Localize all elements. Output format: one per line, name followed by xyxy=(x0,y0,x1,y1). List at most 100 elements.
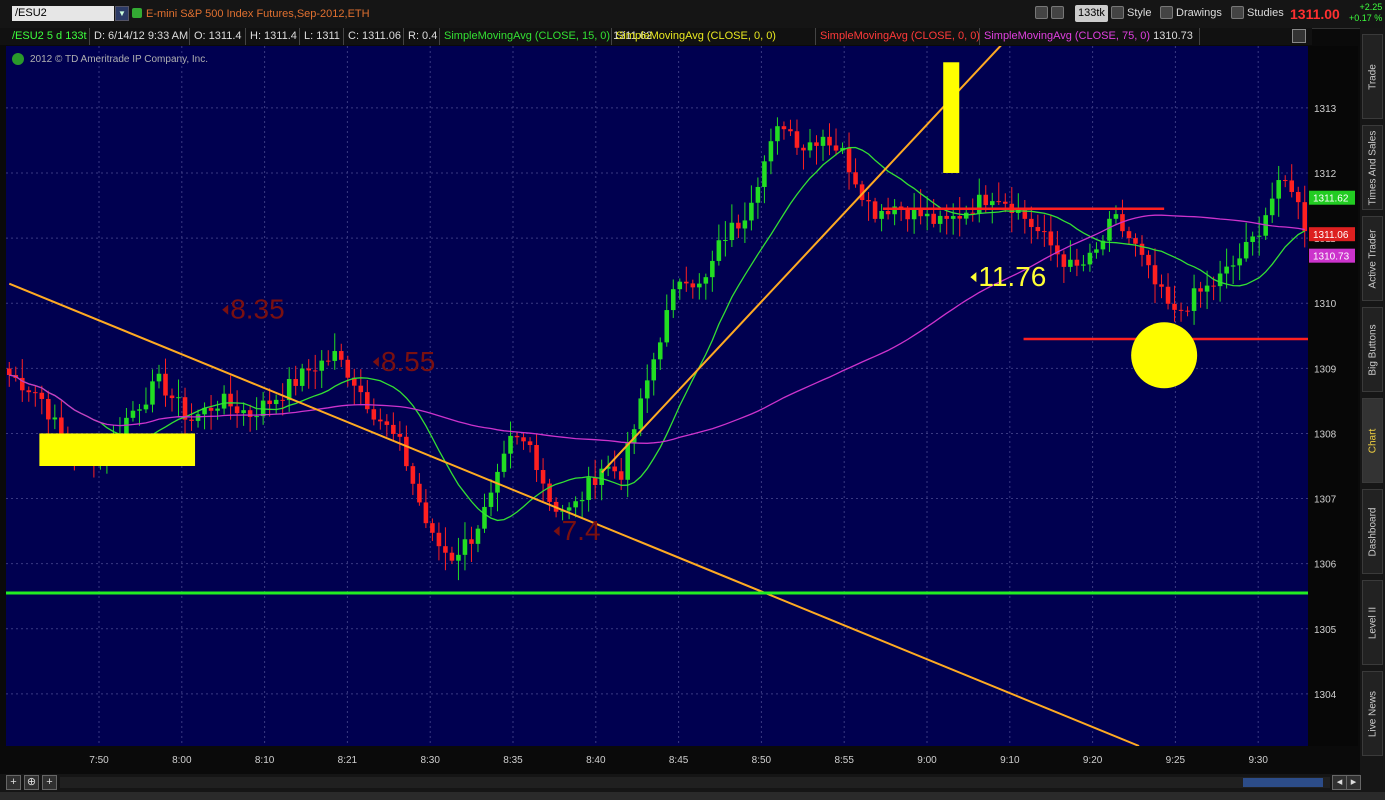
price-label-text: 1310.73 xyxy=(1313,252,1350,263)
candle-body xyxy=(1302,202,1308,232)
time-axis[interactable]: 7:50 8:00 8:10 8:21 8:30 8:35 8:40 8:45 8:50 8:55… xyxy=(0,746,1308,774)
candle-body xyxy=(469,539,474,544)
study-sma0-red[interactable]: SimpleMovingAvg (CLOSE, 0, 0) xyxy=(816,28,980,45)
zoom-in-icon[interactable]: + xyxy=(42,775,57,790)
candle-body xyxy=(976,194,982,214)
change-percent: +0.17 % xyxy=(1349,13,1383,23)
side-tab-live-news[interactable]: Live News xyxy=(1362,671,1383,756)
time-tick-label: 8:21 xyxy=(338,755,358,766)
candle-body xyxy=(814,142,819,146)
bar-high: H: 1311.4 xyxy=(246,28,300,45)
candle-body xyxy=(729,222,735,241)
candle-body xyxy=(944,215,949,219)
side-tab-label: Big Buttons xyxy=(1367,323,1378,376)
candle-body xyxy=(1165,286,1171,304)
aggregation-button[interactable]: 133tk xyxy=(1075,5,1108,22)
copyright-text: 2012 © TD Ameritrade IP Company, Inc. xyxy=(30,54,208,65)
candle-body xyxy=(1029,218,1034,228)
side-tab-label: Active Trader xyxy=(1367,229,1378,288)
candle-body xyxy=(924,213,930,217)
bar-open: O: 1311.4 xyxy=(190,28,246,45)
price-axis[interactable]: 1304130513061307130813091310131113121313… xyxy=(1308,46,1358,746)
studies-label: Studies xyxy=(1247,7,1284,19)
zoom-out-icon[interactable]: + xyxy=(6,775,21,790)
time-tick-label: 8:00 xyxy=(172,755,192,766)
candle-body xyxy=(651,359,657,381)
candle-body xyxy=(866,200,871,202)
candle-body xyxy=(391,424,396,434)
zoom-box-icon[interactable]: ⊕ xyxy=(24,775,39,790)
candle-body xyxy=(1074,259,1080,266)
side-tab-label: Chart xyxy=(1367,428,1378,453)
side-tab-level-ii[interactable]: Level II xyxy=(1362,580,1383,665)
study-sma15[interactable]: SimpleMovingAvg (CLOSE, 15, 0) 1311.62 xyxy=(440,28,652,45)
studies-button[interactable]: Studies xyxy=(1231,5,1284,22)
study-label: SimpleMovingAvg (CLOSE, 15, 0) xyxy=(444,30,611,42)
drawings-button[interactable]: Drawings xyxy=(1160,5,1222,22)
time-tick-label: 8:45 xyxy=(669,755,689,766)
study-label: SimpleMovingAvg (CLOSE, 0, 0) xyxy=(820,30,980,42)
study-sma0-yellow[interactable]: SimpleMovingAvg (CLOSE, 0, 0) xyxy=(612,28,816,45)
style-icon xyxy=(1111,6,1124,19)
candle-body xyxy=(1289,180,1295,192)
study-label: SimpleMovingAvg (CLOSE, 75, 0) xyxy=(984,30,1151,42)
time-tick-label: 9:00 xyxy=(917,755,937,766)
candle-body xyxy=(319,360,325,371)
candle-body xyxy=(846,147,852,173)
candle-body xyxy=(1230,265,1236,267)
info-icon xyxy=(12,53,24,65)
time-axis-scale: 7:50 8:00 8:10 8:21 8:30 8:35 8:40 8:45 8:50 8:55… xyxy=(89,755,1268,766)
price-chart[interactable]: 8.35 8.55 7.4 11.76 2012 © TD Ameritrade IP … xyxy=(6,42,1308,747)
time-tick-label: 8:30 xyxy=(420,755,440,766)
price-tick-label: 1306 xyxy=(1314,560,1337,571)
crosshair-icon xyxy=(1051,6,1064,19)
bar-datetime: D: 6/14/12 9:33 AM xyxy=(90,28,190,45)
candle-body xyxy=(775,126,780,142)
candle-body xyxy=(527,441,533,446)
side-tab-trade[interactable]: Trade xyxy=(1362,34,1383,119)
candle-body xyxy=(404,436,409,467)
candle-body xyxy=(534,445,539,471)
annotation-label: 11.76 xyxy=(978,261,1046,292)
side-tab-big-buttons[interactable]: Big Buttons xyxy=(1362,307,1383,392)
annotation-label: 8.55 xyxy=(381,346,436,377)
candle-body xyxy=(1159,284,1164,287)
candle-body xyxy=(1152,265,1158,285)
symbol-input[interactable]: /ESU2 xyxy=(12,6,114,21)
scroll-left-icon[interactable]: ◂ xyxy=(1332,775,1347,790)
chart-expand-icon[interactable] xyxy=(1292,29,1306,43)
scroll-right-icon[interactable]: ▸ xyxy=(1346,775,1361,790)
candle-body xyxy=(872,201,878,219)
candle-body xyxy=(358,385,364,393)
candle-body xyxy=(684,281,689,284)
candle-body xyxy=(436,532,442,547)
candle-body xyxy=(345,359,351,378)
candle-body xyxy=(879,210,884,219)
side-tab-label: Live News xyxy=(1367,690,1378,737)
candle-body xyxy=(163,373,168,396)
side-tab-active-trader[interactable]: Active Trader xyxy=(1362,216,1383,301)
candle-body xyxy=(592,477,598,485)
scrollbar-thumb[interactable] xyxy=(1243,778,1323,787)
bar-low: L: 1311 xyxy=(300,28,344,45)
side-tab-times-and-sales[interactable]: Times And Sales xyxy=(1362,125,1383,210)
candle-body xyxy=(794,131,800,148)
chart-scrollbar[interactable] xyxy=(60,777,1330,788)
chart-area[interactable]: 8.35 8.55 7.4 11.76 2012 © TD Ameritrade IP … xyxy=(6,42,1308,747)
style-button[interactable]: Style xyxy=(1111,5,1151,22)
candle-body xyxy=(736,222,741,229)
candle-body xyxy=(540,470,546,484)
price-tick-label: 1312 xyxy=(1314,169,1337,180)
side-tab-chart[interactable]: Chart xyxy=(1362,398,1383,483)
side-tab-dashboard[interactable]: Dashboard xyxy=(1362,489,1383,574)
candle-body xyxy=(26,390,32,393)
candle-body xyxy=(989,201,995,206)
study-sma75[interactable]: SimpleMovingAvg (CLOSE, 75, 0) 1310.73 xyxy=(980,28,1200,45)
side-panel-tabs: Trade Times And Sales Active Trader Big But… xyxy=(1360,28,1385,798)
candle-body xyxy=(1198,288,1203,292)
bar-range: R: 0.4 xyxy=(404,28,440,45)
symbol-dropdown-icon[interactable]: ▼ xyxy=(115,6,129,21)
drawing-tools-button[interactable] xyxy=(1035,5,1067,22)
candle-body xyxy=(970,212,976,214)
candle-body xyxy=(996,201,1002,203)
